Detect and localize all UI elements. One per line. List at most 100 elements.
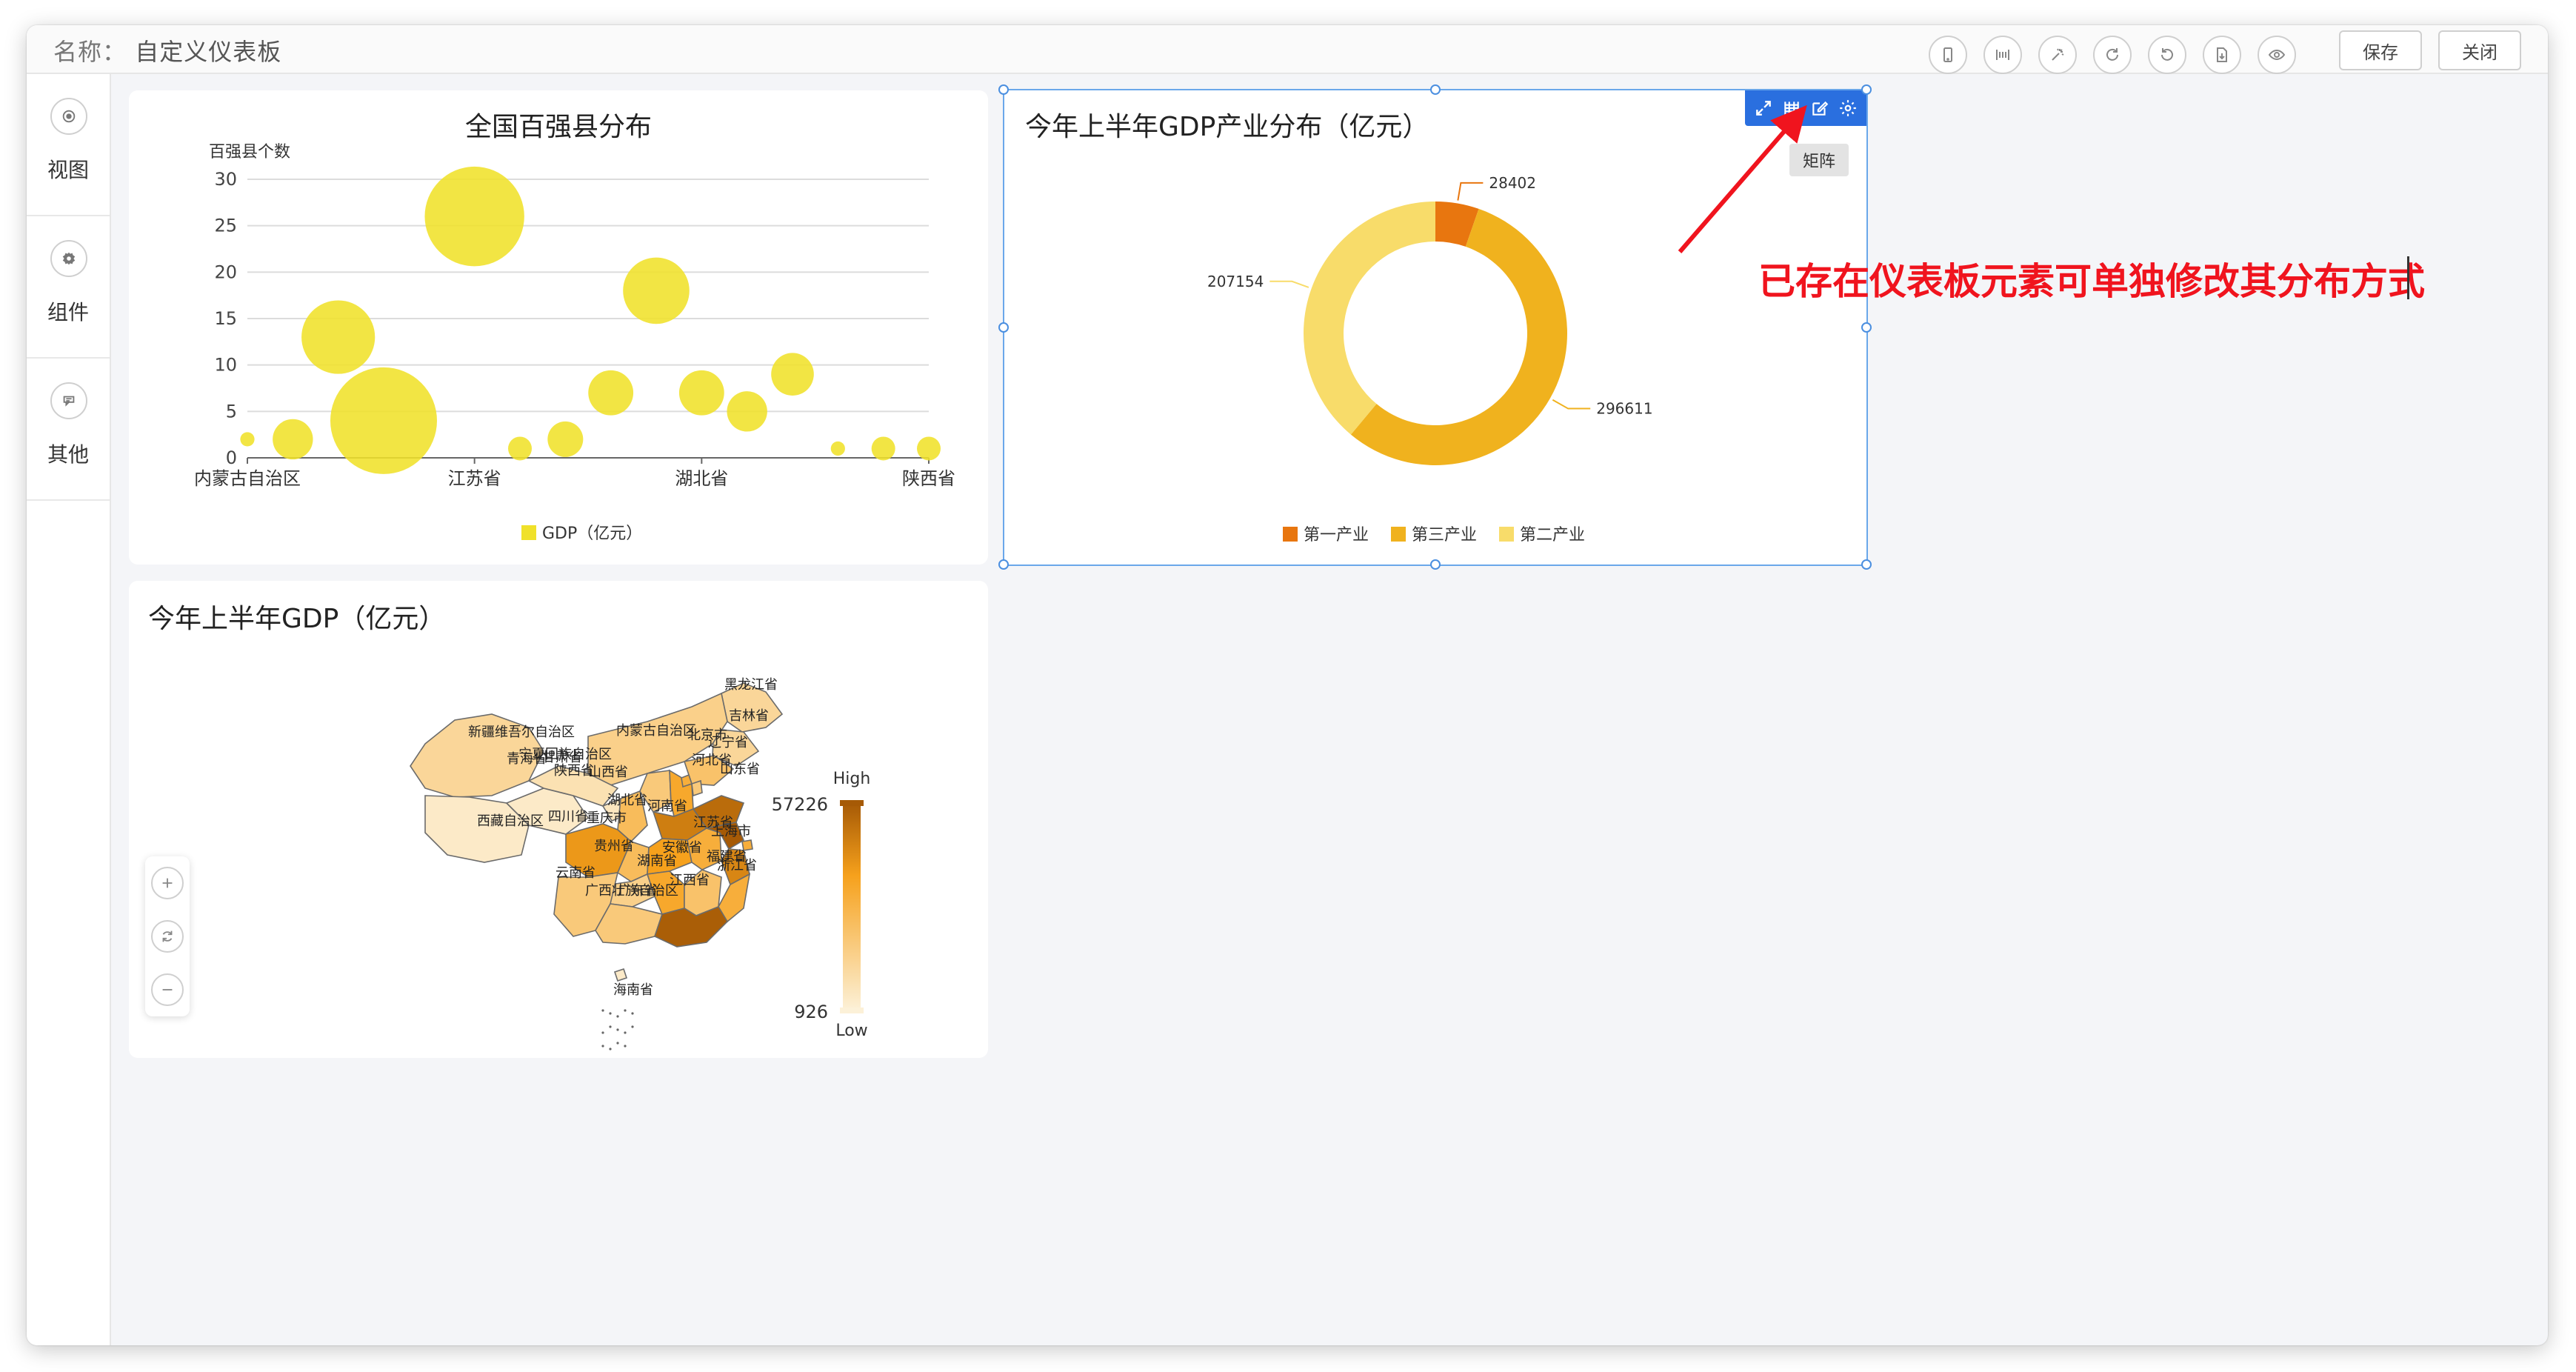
map-chart: 黑龙江省吉林省辽宁省内蒙古自治区新疆维吾尔自治区西藏自治区青海省甘肃省宁夏回族自… [410, 677, 870, 1050]
island-dot [601, 1009, 604, 1012]
island-dot [609, 1025, 612, 1028]
resize-handle[interactable] [1430, 559, 1441, 570]
sidebar-item-label: 其他 [47, 442, 89, 467]
slice-value-label: 207154 [1207, 273, 1264, 290]
preview-icon[interactable] [2258, 36, 2296, 74]
map-region-label: 宁夏回族自治区 [518, 747, 612, 762]
toolbar-tooltip: 矩阵 [1789, 144, 1849, 176]
undo-icon[interactable] [2148, 36, 2186, 74]
panel-toolbar [1745, 90, 1866, 126]
bubble-point [678, 370, 724, 416]
settings-icon[interactable] [1837, 97, 1859, 119]
bubble-point [771, 353, 814, 396]
dashboard-name-value[interactable]: 自定义仪表板 [135, 38, 281, 66]
legend-swatch [1499, 527, 1514, 542]
save-button[interactable]: 保存 [2339, 30, 2422, 70]
island-dot [624, 1009, 627, 1012]
legend-label: 第一产业 [1304, 526, 1369, 545]
map-region [691, 779, 703, 797]
map-region-label: 湖北省 [607, 793, 647, 808]
island-dot [624, 1031, 627, 1034]
legend-swatch [521, 525, 536, 540]
close-button[interactable]: 关闭 [2438, 30, 2521, 70]
sidebar: 视图 组件 其他 [27, 74, 111, 1345]
resize-handle[interactable] [998, 84, 1009, 95]
component-icon [50, 240, 87, 277]
bubble-point [588, 370, 634, 416]
legend-label: 第二产业 [1520, 526, 1585, 545]
map-region-label: 吉林省 [729, 708, 769, 724]
reset-icon[interactable] [151, 920, 184, 953]
export-icon[interactable] [2203, 36, 2241, 74]
zoom-out-icon[interactable] [151, 973, 184, 1006]
matrix-icon[interactable] [1781, 97, 1803, 119]
visual-map-low-label: Low [835, 1022, 867, 1040]
sidebar-item-other[interactable]: 其他 [27, 359, 110, 501]
refresh-icon[interactable] [2093, 36, 2132, 74]
resize-handle[interactable] [998, 322, 1009, 333]
x-tick-label: 江苏省 [448, 468, 501, 489]
map-region-label: 上海市 [711, 824, 751, 839]
map-region-label: 河南省 [647, 799, 687, 814]
visual-map-bar [843, 803, 861, 1010]
island-dot [624, 1045, 627, 1048]
bubble-point [330, 367, 437, 474]
x-tick-label: 湖北省 [675, 468, 728, 489]
edit-icon[interactable] [1809, 97, 1831, 119]
label-leader [1269, 280, 1309, 288]
map-zoom-controls [145, 856, 190, 1016]
island-dot [631, 1025, 634, 1028]
donut-chart-panel[interactable]: 今年上半年GDP产业分布（亿元） 28402 296611 207154 第一产业 第三… [998, 84, 1872, 570]
sidebar-item-component[interactable]: 组件 [27, 216, 110, 359]
label-leader [1457, 182, 1484, 201]
label-leader [1552, 399, 1591, 410]
zoom-in-icon[interactable] [151, 867, 184, 899]
island-dot [616, 1042, 619, 1045]
resize-handle[interactable] [998, 559, 1009, 570]
y-tick-label: 5 [226, 401, 237, 422]
map-region-label: 湖南省 [637, 853, 677, 869]
mobile-icon[interactable] [1929, 36, 1967, 74]
resize-handle[interactable] [1861, 84, 1872, 95]
island-dot [609, 1048, 612, 1050]
y-tick-label: 20 [214, 262, 237, 282]
visual-map-handle [840, 1008, 864, 1013]
bubble-point [547, 421, 584, 457]
map-region-label: 重庆市 [587, 810, 627, 826]
resize-handle[interactable] [1861, 559, 1872, 570]
bubble-point [301, 300, 376, 374]
y-tick-label: 25 [214, 216, 237, 236]
layout-icon[interactable] [1983, 36, 2022, 74]
header-bar: 名称： 自定义仪表板 保存 关闭 [27, 25, 2548, 74]
y-tick-label: 10 [214, 355, 237, 376]
resize-handle[interactable] [1430, 84, 1441, 95]
visual-map-min: 926 [794, 1002, 828, 1022]
view-icon [50, 98, 87, 135]
map-region-label: 福建省 [707, 849, 747, 865]
y-axis-label: 百强县个数 [209, 143, 290, 161]
sidebar-item-view[interactable]: 视图 [27, 74, 110, 216]
bubble-chart-panel[interactable]: 全国百强县分布 百强县个数 0 5 10 15 20 25 30 内蒙古自治区 江苏省 湖北省 陕西省… [129, 90, 988, 565]
sidebar-item-label: 视图 [47, 158, 89, 182]
dashboard-name: 名称： 自定义仪表板 [53, 33, 281, 67]
map-region [654, 906, 729, 948]
island-dot [609, 1012, 612, 1015]
expand-icon[interactable] [1752, 97, 1775, 119]
bubble-point [917, 436, 941, 461]
bubble-chart: 百强县个数 0 5 10 15 20 25 30 内蒙古自治区 江苏省 湖北省 陕西省 GDP（亿元） [194, 143, 955, 543]
bubble-point [871, 436, 895, 461]
map-regions: 黑龙江省吉林省辽宁省内蒙古自治区新疆维吾尔自治区西藏自治区青海省甘肃省宁夏回族自… [410, 677, 784, 1050]
island-dot [601, 1031, 604, 1034]
map-region-label: 云南省 [555, 865, 595, 881]
map-chart-panel[interactable]: 今年上半年GDP（亿元） 黑龙江省 吉林省 辽宁省 内蒙古自治区 新疆维吾尔自治区 西藏自… [129, 581, 988, 1058]
resize-handle[interactable] [1861, 322, 1872, 333]
app-window: 名称： 自定义仪表板 保存 关闭 视图 组件 其他 全国百强县分布 百强县个数 … [27, 25, 2548, 1345]
map-region-label: 北京市 [687, 727, 727, 743]
legend-label: 第三产业 [1412, 526, 1477, 545]
x-tick-label: 内蒙古自治区 [194, 468, 301, 489]
text-caret [2407, 256, 2409, 299]
magic-icon[interactable] [2038, 36, 2077, 74]
visual-map-handle [840, 800, 864, 806]
donut-slice [1304, 202, 1435, 435]
visual-map-max: 57226 [772, 794, 828, 815]
